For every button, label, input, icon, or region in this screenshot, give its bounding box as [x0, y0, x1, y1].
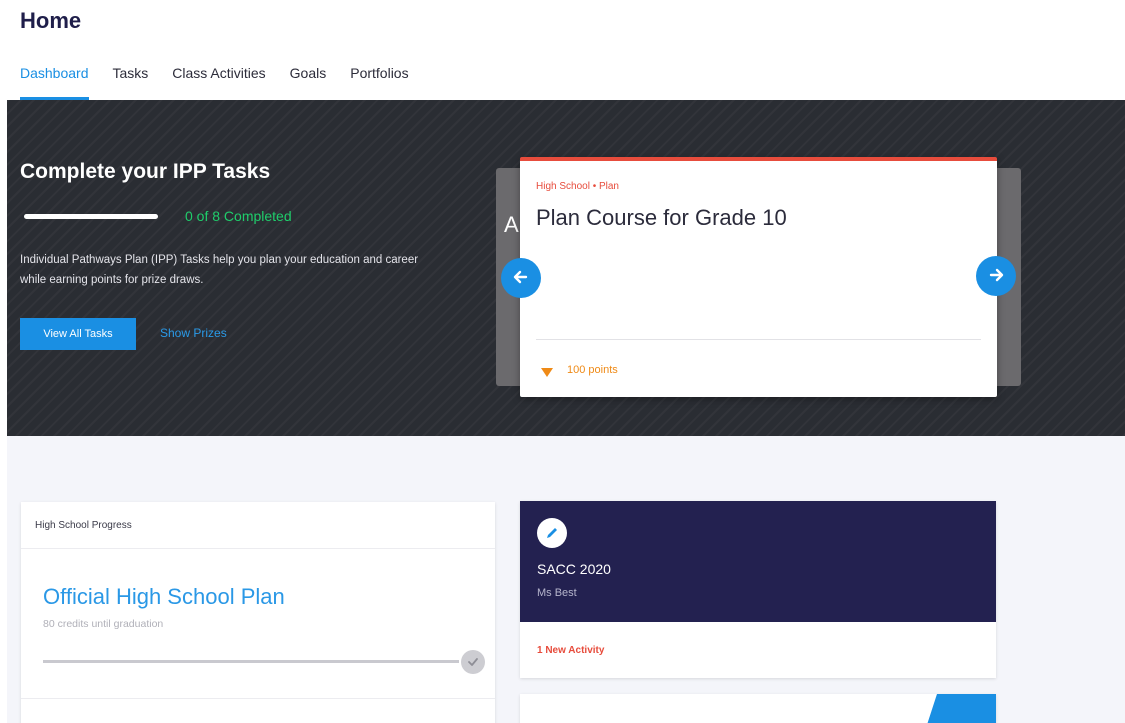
tasks-progress-bar — [24, 214, 158, 219]
class-card[interactable]: SACC 2020 Ms Best 1 New Activity — [520, 501, 996, 678]
arrow-right-icon — [988, 267, 1004, 286]
card-header: High School Progress — [21, 502, 495, 549]
class-card-secondary[interactable] — [520, 694, 996, 723]
show-prizes-link[interactable]: Show Prizes — [160, 326, 227, 340]
card-divider — [21, 698, 495, 699]
credits-remaining: 80 credits until graduation — [43, 618, 164, 630]
heart-icon — [540, 365, 554, 379]
tab-class-activities[interactable]: Class Activities — [172, 64, 265, 100]
tab-bar: Dashboard Tasks Class Activities Goals P… — [20, 64, 433, 100]
high-school-progress-card: High School Progress Official High Schoo… — [21, 502, 495, 723]
task-points: 100 points — [567, 364, 618, 376]
carousel-next-button[interactable] — [976, 256, 1016, 296]
class-name: SACC 2020 — [537, 561, 611, 577]
card-header-label: High School Progress — [35, 520, 132, 531]
class-card-header: SACC 2020 Ms Best — [520, 501, 996, 622]
task-category: High School • Plan — [536, 181, 619, 192]
official-plan-link[interactable]: Official High School Plan — [43, 584, 285, 610]
tab-portfolios[interactable]: Portfolios — [350, 64, 408, 100]
banner-title: Complete your IPP Tasks — [20, 160, 271, 183]
check-icon — [461, 650, 485, 674]
tab-goals[interactable]: Goals — [290, 64, 327, 100]
previous-task-peek: A — [504, 212, 519, 237]
tasks-progress-text: 0 of 8 Completed — [185, 208, 292, 224]
card-accent-shape — [924, 694, 996, 723]
tab-dashboard[interactable]: Dashboard — [20, 64, 89, 100]
task-divider — [536, 339, 981, 340]
ipp-tasks-banner: Complete your IPP Tasks 0 of 8 Completed… — [7, 100, 1125, 436]
arrow-left-icon — [513, 269, 529, 288]
view-all-tasks-button[interactable]: View All Tasks — [20, 318, 136, 350]
new-activity-badge[interactable]: 1 New Activity — [537, 645, 604, 656]
page-title: Home — [20, 8, 82, 33]
task-title: Plan Course for Grade 10 — [536, 205, 787, 230]
banner-description: Individual Pathways Plan (IPP) Tasks hel… — [20, 254, 419, 286]
tab-tasks[interactable]: Tasks — [113, 64, 149, 100]
pen-icon — [537, 518, 567, 548]
class-teacher: Ms Best — [537, 587, 577, 599]
graduation-progress-bar — [43, 660, 459, 663]
carousel-prev-button[interactable] — [501, 258, 541, 298]
task-card[interactable]: High School • Plan Plan Course for Grade… — [520, 157, 997, 397]
dashboard-content: High School Progress Official High Schoo… — [7, 436, 1125, 723]
